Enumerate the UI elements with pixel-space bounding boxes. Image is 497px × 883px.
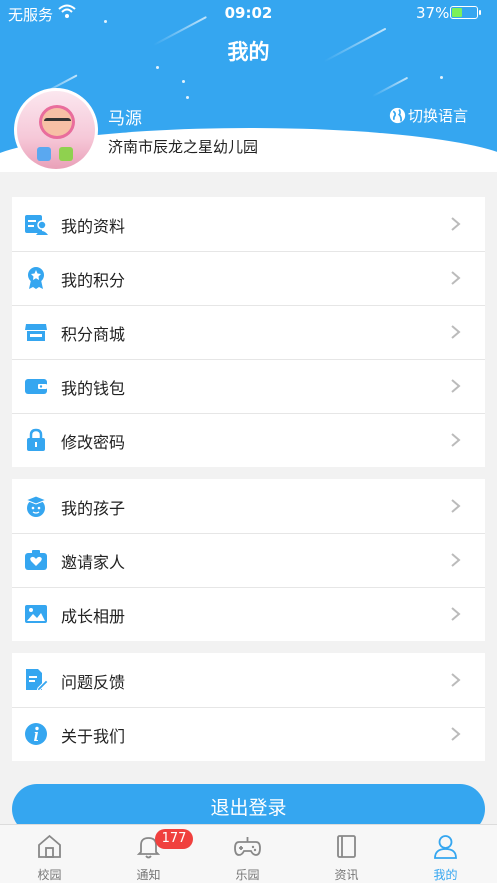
store-icon xyxy=(25,324,47,341)
decor-streak xyxy=(371,76,409,98)
status-bar: 无服务 09:02 37% xyxy=(0,0,497,26)
person-icon xyxy=(434,835,457,859)
chevron-right-icon xyxy=(451,271,461,285)
battery-fill xyxy=(452,8,462,17)
decor-star xyxy=(186,96,189,99)
battery-icon xyxy=(450,6,478,19)
tab-label: 通知 xyxy=(136,868,161,882)
menu-group-account: 我的资料 我的积分 积分商城 我的钱包 修改密码 xyxy=(12,197,485,467)
chevron-right-icon xyxy=(451,727,461,741)
menu-item-label: 我的钱包 xyxy=(61,379,126,398)
chevron-right-icon xyxy=(451,325,461,339)
menu-item-label: 我的资料 xyxy=(61,217,126,236)
menu-item-my-children[interactable]: 我的孩子 xyxy=(12,479,485,533)
profile-card-icon xyxy=(25,215,48,235)
lock-icon xyxy=(27,428,45,451)
menu-item-label: 我的孩子 xyxy=(61,499,126,518)
menu-item-label: 问题反馈 xyxy=(61,673,126,692)
menu-item-label: 关于我们 xyxy=(61,727,126,746)
globe-icon xyxy=(389,107,406,124)
chevron-right-icon xyxy=(451,379,461,393)
decor-star xyxy=(440,76,443,79)
graduate-icon xyxy=(24,495,48,517)
menu-group-support: 问题反馈 关于我们 xyxy=(12,653,485,761)
decor-star xyxy=(182,80,185,83)
menu-item-invite-family[interactable]: 邀请家人 xyxy=(12,533,485,587)
tab-mine[interactable]: 我的 xyxy=(396,825,495,883)
gamepad-icon xyxy=(234,837,261,856)
heart-box-icon xyxy=(25,550,47,570)
menu-item-label: 修改密码 xyxy=(61,433,126,452)
book-icon xyxy=(337,835,356,858)
chevron-right-icon xyxy=(451,673,461,687)
menu-item-feedback[interactable]: 问题反馈 xyxy=(12,653,485,707)
tab-label: 资讯 xyxy=(334,868,359,882)
page-title: 我的 xyxy=(227,40,270,64)
menu-item-label: 我的积分 xyxy=(61,271,126,290)
chevron-right-icon xyxy=(451,607,461,621)
menu-item-my-profile[interactable]: 我的资料 xyxy=(12,197,485,251)
menu-item-growth-album[interactable]: 成长相册 xyxy=(12,587,485,641)
chevron-right-icon xyxy=(451,217,461,231)
avatar-tile xyxy=(37,147,51,161)
photo-album-icon xyxy=(25,605,47,623)
notification-badge: 177 xyxy=(155,829,193,849)
avatar-glasses xyxy=(44,118,71,126)
battery-tip xyxy=(479,10,481,15)
tab-playground[interactable]: 乐园 xyxy=(198,825,297,883)
tab-bar: 校园 177 通知 乐园 资讯 我的 xyxy=(0,824,497,883)
medal-icon xyxy=(28,267,44,289)
tab-notifications[interactable]: 177 通知 xyxy=(99,825,198,883)
menu-item-points-mall[interactable]: 积分商城 xyxy=(12,305,485,359)
battery-percent: 37% xyxy=(416,4,450,22)
feedback-edit-icon xyxy=(26,669,48,692)
school-name: 济南市辰龙之星幼儿园 xyxy=(108,138,259,156)
chevron-right-icon xyxy=(451,433,461,447)
menu-item-my-wallet[interactable]: 我的钱包 xyxy=(12,359,485,413)
wallet-icon xyxy=(25,379,47,394)
language-switch-button[interactable]: 切换语言 xyxy=(389,105,468,126)
decor-star xyxy=(156,66,159,69)
tab-label: 我的 xyxy=(433,868,458,882)
home-icon xyxy=(38,834,61,858)
avatar[interactable] xyxy=(14,88,98,172)
menu-item-label: 邀请家人 xyxy=(61,553,126,572)
avatar-tile xyxy=(59,147,73,161)
tab-campus[interactable]: 校园 xyxy=(0,825,99,883)
menu-item-label: 成长相册 xyxy=(61,607,126,626)
info-icon xyxy=(25,723,47,745)
menu-item-change-password[interactable]: 修改密码 xyxy=(12,413,485,467)
chevron-right-icon xyxy=(451,553,461,567)
user-name: 马源 xyxy=(108,109,142,129)
menu-item-about-us[interactable]: 关于我们 xyxy=(12,707,485,761)
tab-news[interactable]: 资讯 xyxy=(297,825,396,883)
language-switch-label: 切换语言 xyxy=(408,107,469,125)
tab-label: 校园 xyxy=(37,868,62,882)
tab-label: 乐园 xyxy=(235,868,260,882)
chevron-right-icon xyxy=(451,499,461,513)
menu-item-label: 积分商城 xyxy=(61,325,126,344)
menu-item-my-points[interactable]: 我的积分 xyxy=(12,251,485,305)
menu-group-family: 我的孩子 邀请家人 成长相册 xyxy=(12,479,485,641)
